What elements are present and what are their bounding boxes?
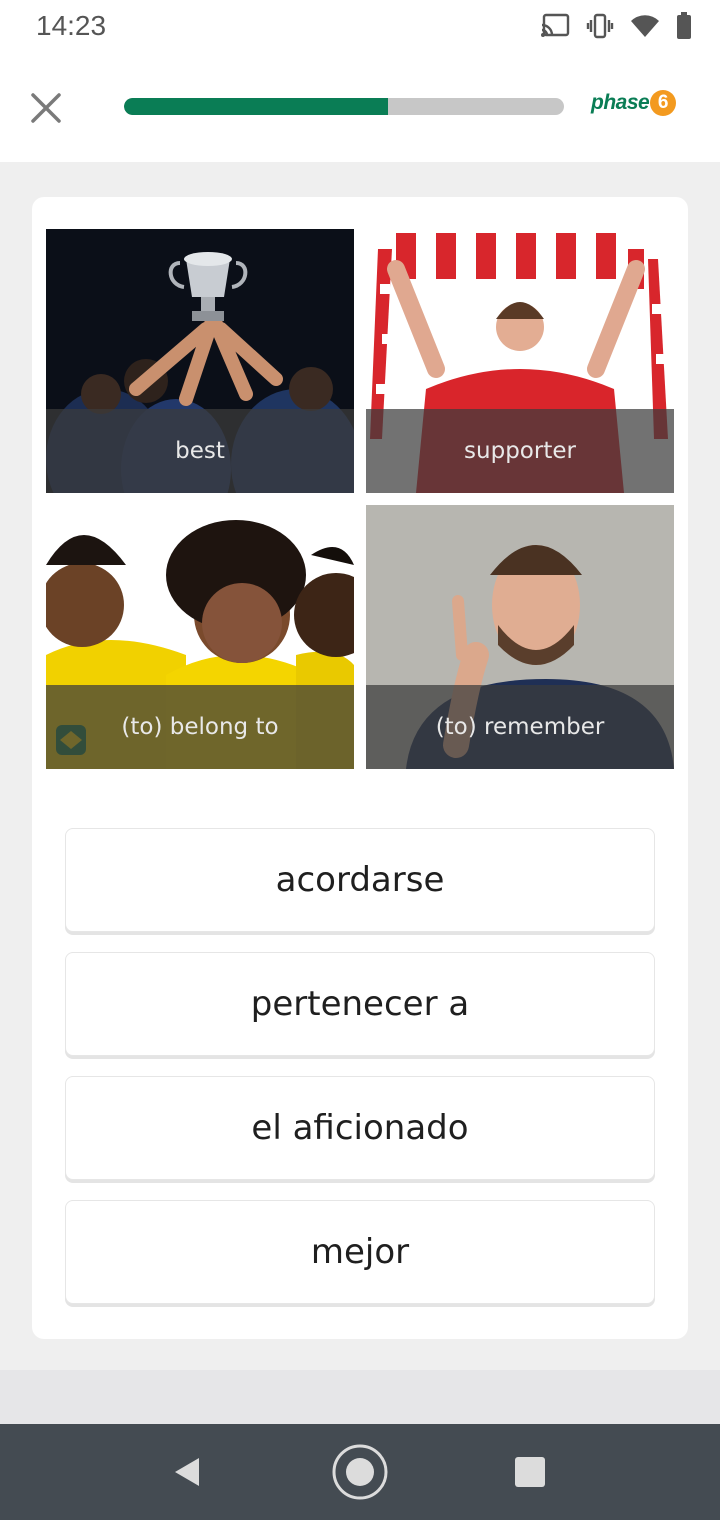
image-tile-best[interactable]: best [46,229,354,493]
answer-option-1[interactable]: acordarse [65,828,655,932]
recents-button[interactable] [502,1444,558,1500]
cast-icon [540,13,570,39]
answer-option-3[interactable]: el aficionado [65,1076,655,1180]
back-icon [175,1458,199,1486]
close-icon [31,93,61,123]
quiz-header: phase 6 [0,56,720,162]
status-icons [540,12,692,40]
wifi-icon [630,13,660,39]
image-label: best [46,409,354,493]
brand-number: 6 [650,90,677,116]
image-label: (to) remember [366,685,674,769]
status-bar: 14:23 [0,0,720,56]
home-button[interactable] [332,1444,388,1500]
home-icon [332,1444,388,1500]
progress-bar [124,98,564,115]
answer-option-4[interactable]: mejor [65,1200,655,1304]
battery-icon [676,12,692,40]
image-tile-belong-to[interactable]: (to) belong to [46,505,354,769]
image-tile-supporter[interactable]: supporter [366,229,674,493]
vibrate-icon [586,13,614,39]
bottom-spacer [0,1370,720,1424]
image-tile-remember[interactable]: (to) remember [366,505,674,769]
recents-icon [515,1457,545,1487]
image-label: (to) belong to [46,685,354,769]
back-button[interactable] [160,1444,216,1500]
progress-fill [124,98,388,115]
status-time: 14:23 [36,10,107,41]
answer-option-2[interactable]: pertenecer a [65,952,655,1056]
quiz-card: best supporter (to) belong to (to) remem… [32,197,688,1339]
brand-text: phase [591,91,650,114]
system-nav-bar [0,1424,720,1520]
brand-logo: phase 6 [591,90,677,116]
image-label: supporter [366,409,674,493]
close-button[interactable] [26,88,66,128]
